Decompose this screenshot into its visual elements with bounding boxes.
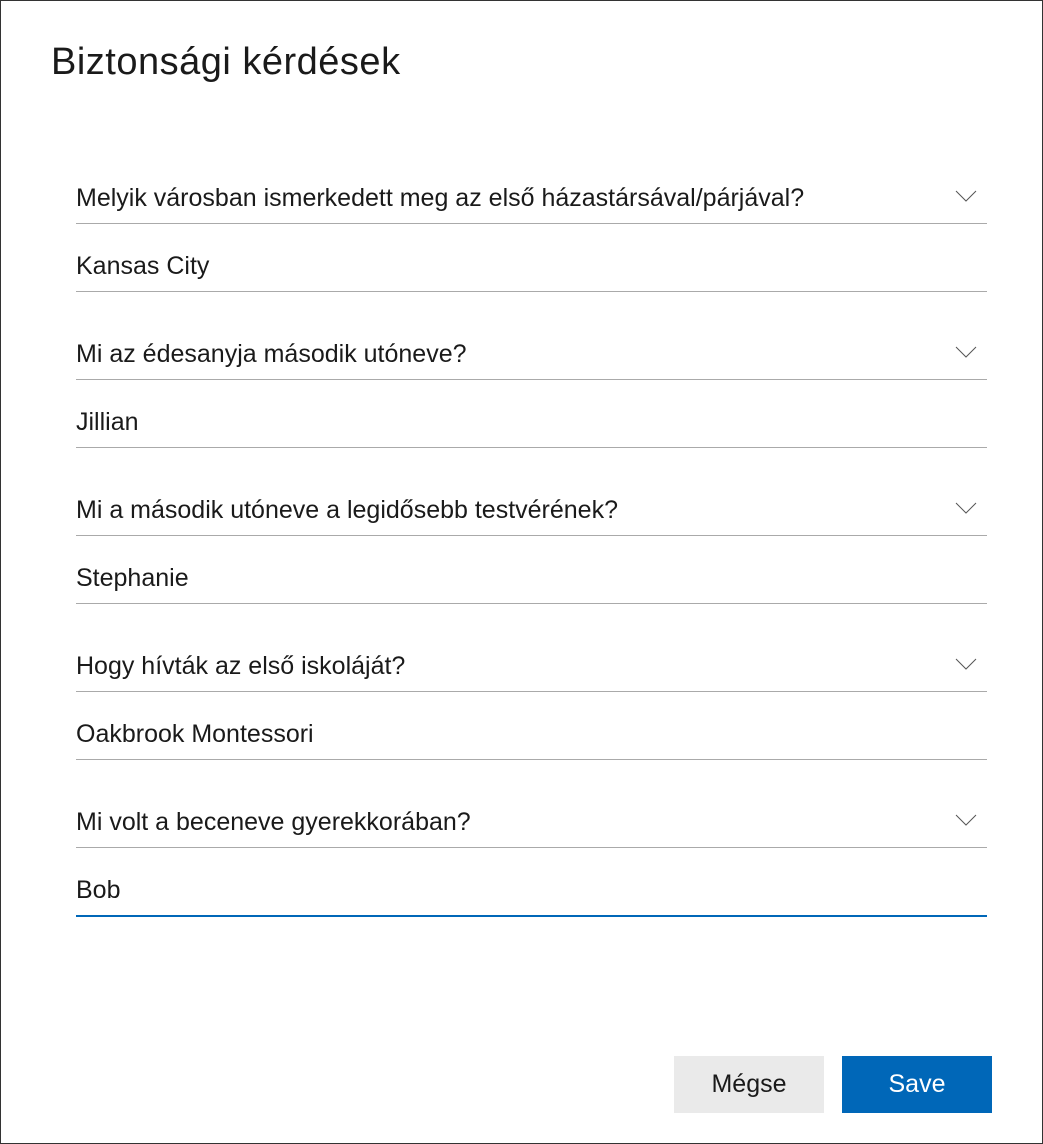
question-select-4[interactable]: Hogy hívták az első iskoláját? xyxy=(76,652,987,692)
question-text-3: Mi a második utóneve a legidősebb testvé… xyxy=(76,496,618,525)
question-select-5[interactable]: Mi volt a beceneve gyerekkorában? xyxy=(76,808,987,848)
answer-row-4 xyxy=(76,720,987,760)
page-title: Biztonsági kérdések xyxy=(51,41,992,84)
question-select-3[interactable]: Mi a második utóneve a legidősebb testvé… xyxy=(76,496,987,536)
answer-row-5 xyxy=(76,876,987,917)
button-row: Mégse Save xyxy=(674,1056,992,1113)
chevron-down-icon xyxy=(955,657,977,676)
answer-row-2 xyxy=(76,408,987,448)
question-text-2: Mi az édesanyja második utóneve? xyxy=(76,340,467,369)
chevron-down-icon xyxy=(955,189,977,208)
question-block-5: Mi volt a beceneve gyerekkorában? xyxy=(76,808,987,917)
question-text-4: Hogy hívták az első iskoláját? xyxy=(76,652,405,681)
answer-row-1 xyxy=(76,252,987,292)
question-block-4: Hogy hívták az első iskoláját? xyxy=(76,652,987,760)
question-select-2[interactable]: Mi az édesanyja második utóneve? xyxy=(76,340,987,380)
question-text-1: Melyik városban ismerkedett meg az első … xyxy=(76,184,804,213)
answer-input-5[interactable] xyxy=(76,876,987,905)
question-block-3: Mi a második utóneve a legidősebb testvé… xyxy=(76,496,987,604)
question-select-1[interactable]: Melyik városban ismerkedett meg az első … xyxy=(76,184,987,224)
cancel-button[interactable]: Mégse xyxy=(674,1056,824,1113)
question-block-2: Mi az édesanyja második utóneve? xyxy=(76,340,987,448)
questions-container: Melyik városban ismerkedett meg az első … xyxy=(51,184,992,917)
answer-input-2[interactable] xyxy=(76,408,987,437)
chevron-down-icon xyxy=(955,345,977,364)
question-text-5: Mi volt a beceneve gyerekkorában? xyxy=(76,808,471,837)
answer-input-4[interactable] xyxy=(76,720,987,749)
answer-input-3[interactable] xyxy=(76,564,987,593)
question-block-1: Melyik városban ismerkedett meg az első … xyxy=(76,184,987,292)
answer-input-1[interactable] xyxy=(76,252,987,281)
answer-row-3 xyxy=(76,564,987,604)
chevron-down-icon xyxy=(955,501,977,520)
chevron-down-icon xyxy=(955,813,977,832)
save-button[interactable]: Save xyxy=(842,1056,992,1113)
